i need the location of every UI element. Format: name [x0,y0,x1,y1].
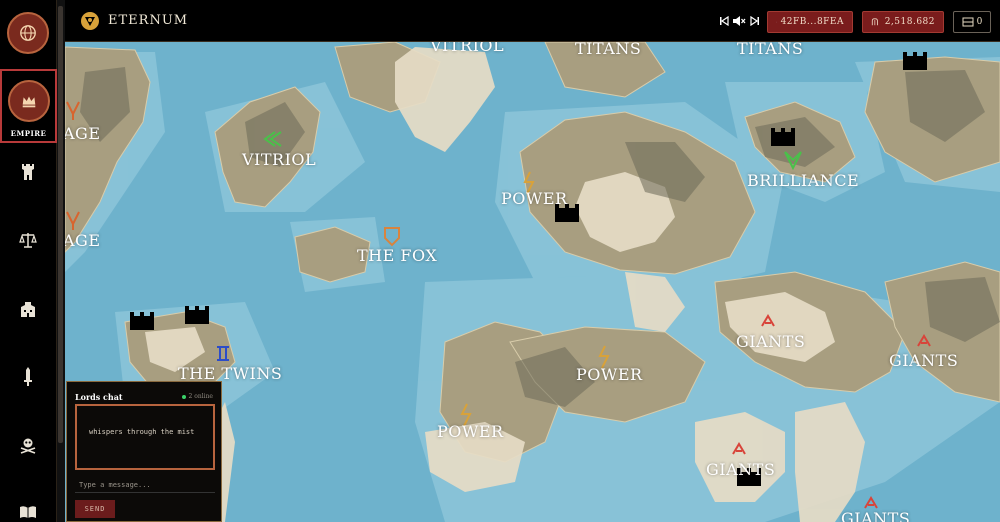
book-icon [20,506,36,518]
region-label[interactable]: BRILLIANCE [747,171,859,190]
sword-icon [24,367,32,386]
eternum-logo-icon [81,12,99,30]
previous-track-icon [720,16,729,26]
lords-balance: 2,518.682 [884,17,935,27]
wallet-address: 42FB...8FEA [780,17,844,27]
next-track-icon [750,16,759,26]
region-label[interactable]: AGE [65,231,101,250]
sidebar-item-trade[interactable] [16,228,40,252]
send-button[interactable]: SEND [75,500,115,518]
view-toggle-button[interactable]: 0 [953,11,991,33]
next-track-button[interactable] [748,14,762,28]
region-label[interactable]: GIANTS [736,332,805,351]
crown-icon [22,96,36,108]
sidebar-item-lore[interactable] [16,500,40,522]
region-label[interactable]: THE FOX [357,246,437,265]
chat-message: whispers through the mist [89,428,195,436]
region-label[interactable]: TITANS [737,42,803,58]
sidebar-item-world[interactable] [7,12,49,54]
chat-message-input[interactable] [75,477,215,493]
sidebar-item-castle[interactable] [16,160,40,184]
building-icon [21,302,35,317]
app-title: ETERNUM [108,13,189,28]
region-label[interactable]: POWER [501,189,568,208]
sidebar-item-label: EMPIRE [10,129,47,138]
online-dot-icon [181,394,186,399]
sidebar-scroll-thumb[interactable] [58,6,63,443]
mute-icon [733,16,746,26]
castle-tower-icon [22,164,34,180]
region-label[interactable]: TITANS [575,42,641,58]
view-count: 0 [976,17,983,27]
sidebar-item-empire[interactable]: EMPIRE [0,69,57,143]
chat-message-list[interactable]: whispers through the mist [75,404,215,470]
sidebar-item-buildings[interactable] [16,297,40,321]
globe-icon [20,25,36,41]
scales-icon [19,233,37,248]
online-count: 2 online [188,393,213,400]
crown-badge [8,80,50,122]
region-label[interactable]: AGE [65,124,101,143]
region-label[interactable]: GIANTS [889,351,958,370]
region-label[interactable]: GIANTS [841,509,910,522]
region-label[interactable]: POWER [576,365,643,384]
previous-track-button[interactable] [717,14,731,28]
lords-token-icon [871,18,878,26]
sidebar-item-raids[interactable] [16,433,40,457]
top-bar: ETERNUM 42FB...8FEA 2,518.682 0 [65,0,1000,42]
grid-view-icon [962,17,974,27]
chat-title: Lords chat [75,392,123,402]
region-label[interactable]: VITRIOL [242,150,316,169]
wallet-address-button[interactable]: 42FB...8FEA [767,11,853,33]
starknet-icon [776,21,777,23]
mute-button[interactable] [732,14,746,28]
region-label[interactable]: GIANTS [706,460,775,479]
lords-balance-button[interactable]: 2,518.682 [862,11,944,33]
skull-crossbones-icon [20,438,36,454]
sidebar-item-military[interactable] [16,365,40,389]
region-label[interactable]: POWER [437,422,504,441]
lords-chat-panel: Lords chat 2 online whispers through the… [66,381,222,522]
online-indicator: 2 online [181,393,213,400]
sidebar: EMPIRE [0,0,57,522]
region-label[interactable]: VITRIOL [430,42,504,55]
